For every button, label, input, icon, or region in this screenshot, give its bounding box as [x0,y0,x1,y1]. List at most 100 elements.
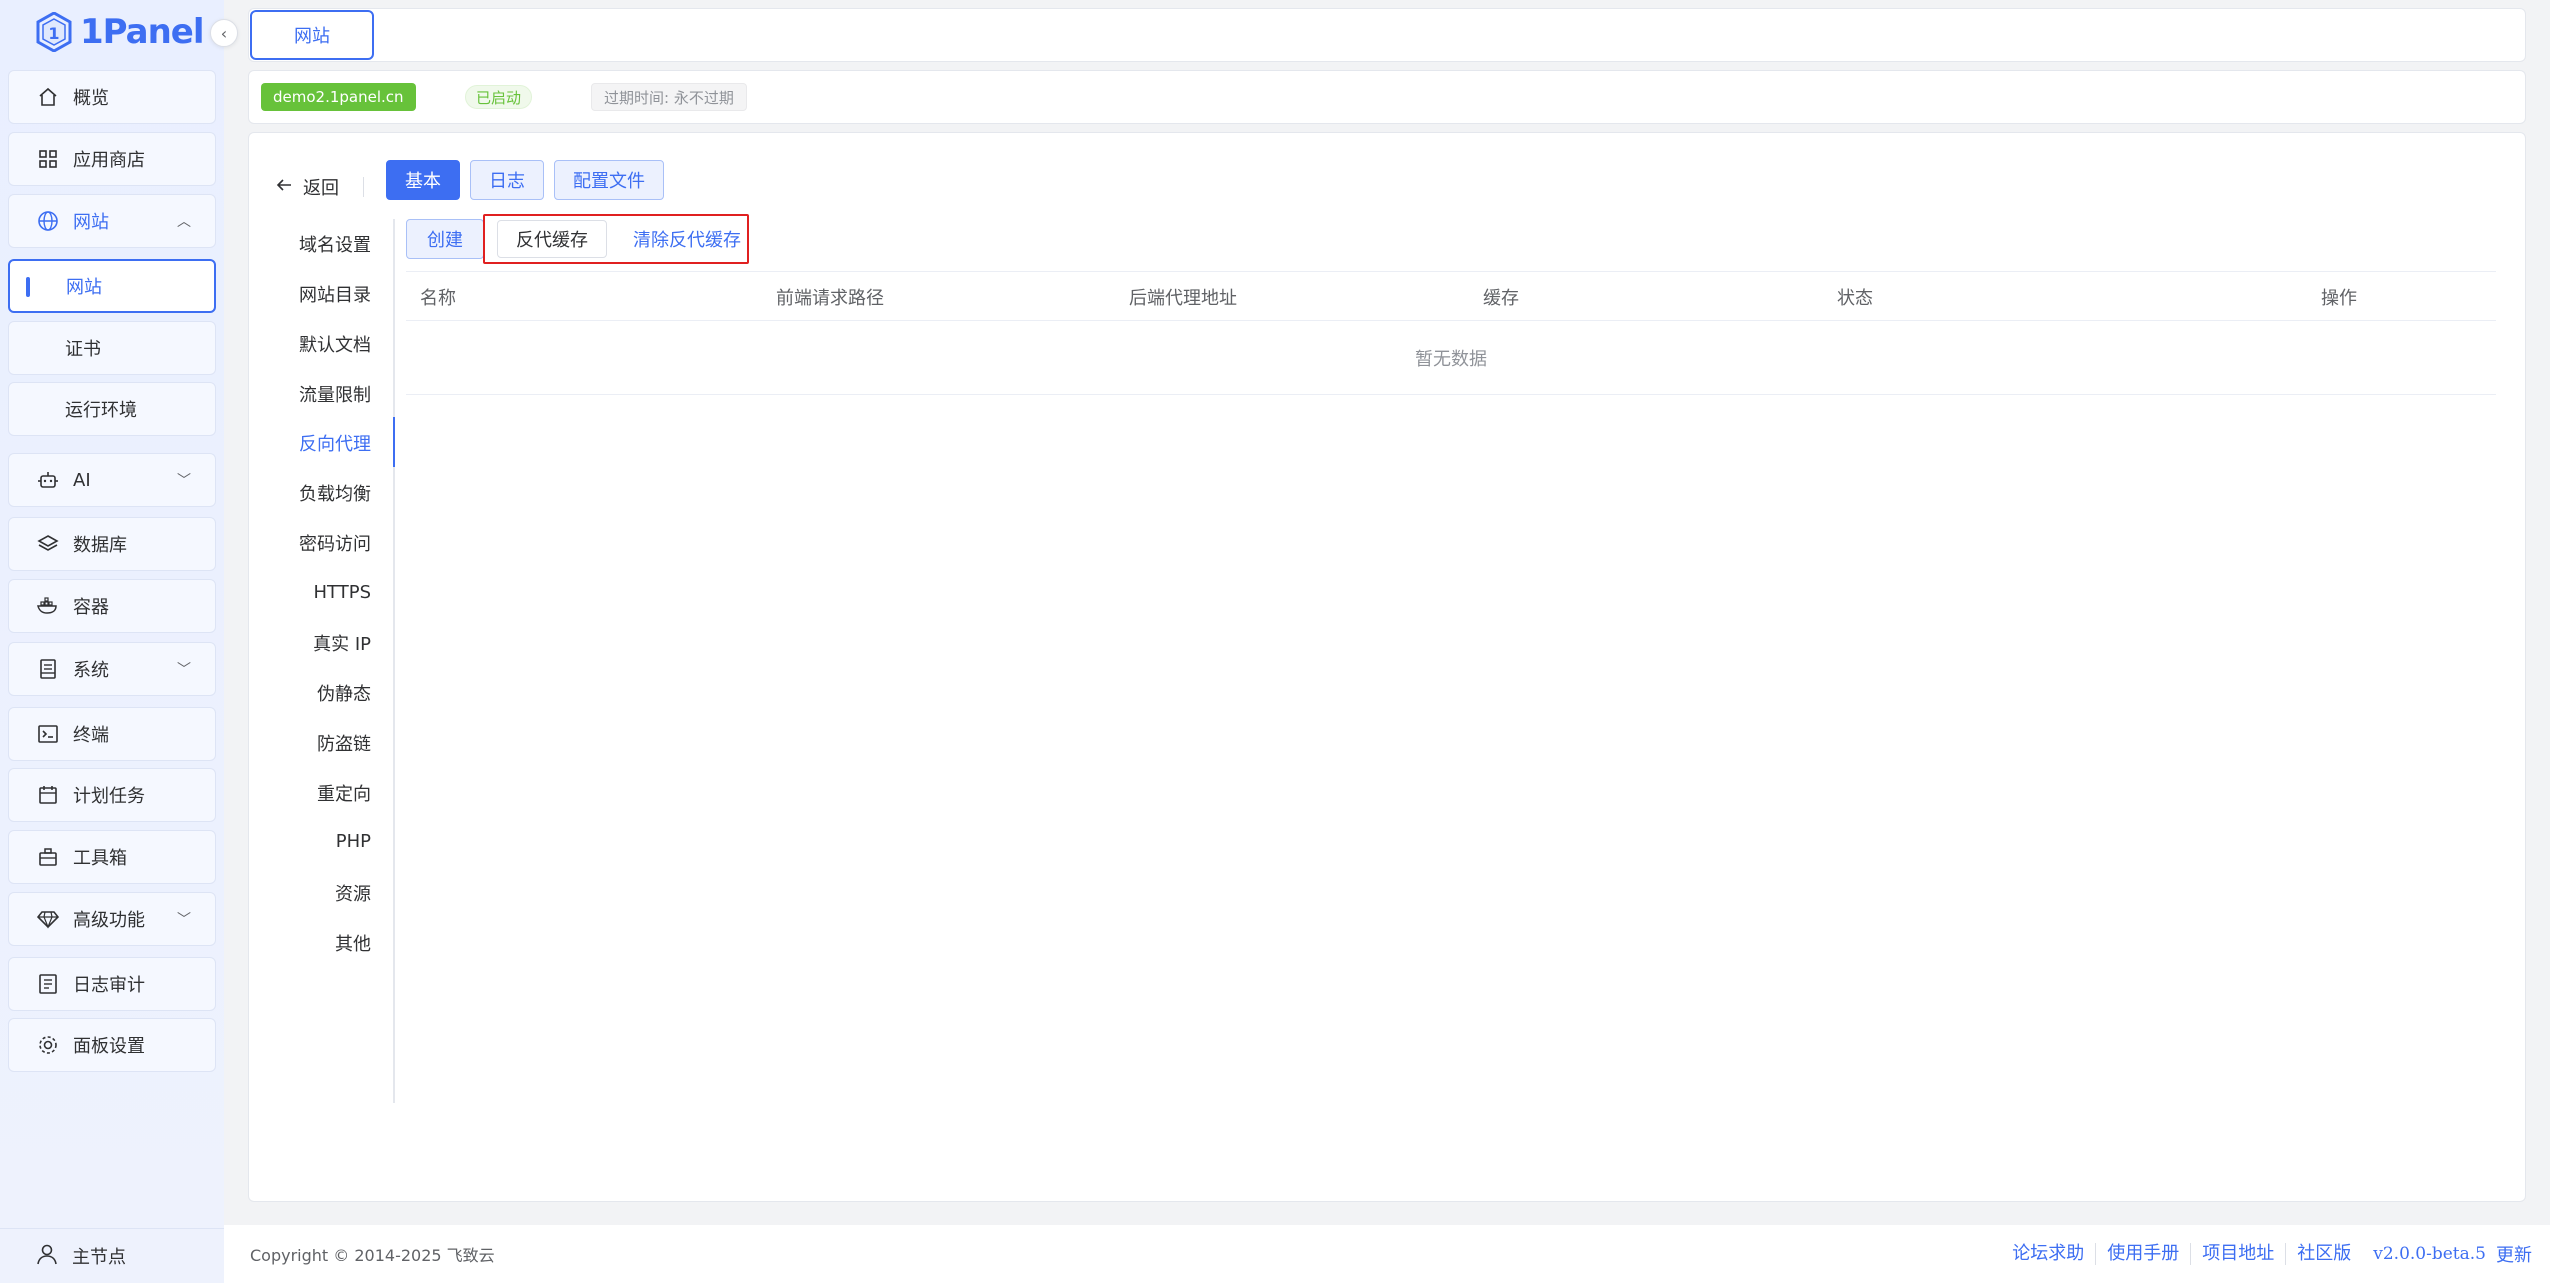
column-header: 后端代理地址 [1129,288,1237,309]
sidebar-item-system[interactable]: 系统 ﹀ [8,642,216,696]
sidebar-item-container[interactable]: 容器 [8,579,216,633]
tab-log[interactable]: 日志 [470,160,544,200]
menu-item-other[interactable]: 其他 [335,918,371,968]
menu-item-hotlink[interactable]: 防盗链 [317,718,371,768]
menu-item-load-balance[interactable]: 负载均衡 [299,468,371,518]
menu-item-domain[interactable]: 域名设置 [299,219,371,269]
menu-item-php[interactable]: PHP [336,816,371,866]
sidebar-item-label: 网站 [66,277,102,298]
sidebar: 1 1Panel ‹ 概览 应用商店 网站 ︿ 网站 证书 运行环境 AI ﹀ … [0,0,238,1283]
menu-item-https[interactable]: HTTPS [314,567,372,617]
menu-item-default-doc[interactable]: 默认文档 [299,319,371,369]
sidebar-item-label: 概览 [73,88,109,109]
brand-logo[interactable]: 1 1Panel [36,10,205,54]
home-icon [37,86,59,108]
manual-link[interactable]: 使用手册 [2096,1243,2192,1265]
clear-proxy-cache-link[interactable]: 清除反代缓存 [625,220,749,258]
grid-icon [37,148,59,170]
sidebar-item-label: AI [73,469,91,491]
sidebar-item-database[interactable]: 数据库 [8,517,216,571]
layers-icon [37,533,59,555]
sidebar-item-overview[interactable]: 概览 [8,70,216,124]
footer: Copyright © 2014-2025 飞致云 论坛求助 使用手册 项目地址… [224,1225,2550,1283]
menu-item-rewrite[interactable]: 伪静态 [317,668,371,718]
update-link[interactable]: 更新 [2492,1241,2532,1267]
globe-icon [37,210,59,232]
sidebar-item-label: 数据库 [73,535,127,556]
empty-state: 暂无数据 [406,321,2496,395]
sidebar-item-ai[interactable]: AI ﹀ [8,453,216,507]
column-header: 前端请求路径 [776,288,884,309]
column-header: 名称 [420,288,456,309]
calendar-icon [37,784,59,806]
expire-tag: 过期时间: 永不过期 [591,83,747,111]
sidebar-item-website-group[interactable]: 网站 ︿ [8,194,216,248]
chevron-left-icon: ‹ [220,23,228,43]
chevron-down-icon: ﹀ [177,473,191,489]
chevron-up-icon: ︿ [177,214,191,230]
active-indicator [26,277,30,297]
back-label: 返回 [303,178,339,199]
project-link[interactable]: 项目地址 [2191,1243,2287,1265]
sidebar-item-label: 终端 [73,725,109,746]
logo-icon: 1 [36,12,72,52]
user-icon [36,1243,58,1270]
site-info-bar: demo2.1panel.cn 已启动 过期时间: 永不过期 [248,70,2526,124]
sidebar-item-runtime[interactable]: 运行环境 [8,382,216,436]
diamond-icon [37,908,59,930]
page-tabs: 网站 [248,8,2526,62]
brand-name: 1Panel [80,12,205,52]
menu-item-reverse-proxy[interactable]: 反向代理 [299,418,371,468]
log-icon [37,973,59,995]
collapse-sidebar-button[interactable]: ‹ [210,19,238,47]
sidebar-item-settings[interactable]: 面板设置 [8,1018,216,1072]
node-selector[interactable]: 主节点 [0,1228,224,1283]
docker-icon [37,595,59,617]
sidebar-item-label: 网站 [73,212,109,233]
sidebar-item-label: 证书 [65,339,101,360]
proxy-cache-button[interactable]: 反代缓存 [497,220,607,258]
sidebar-item-certificate[interactable]: 证书 [8,321,216,375]
menu-active-indicator [393,417,395,467]
sidebar-item-toolbox[interactable]: 工具箱 [8,830,216,884]
tab-website[interactable]: 网站 [250,10,374,60]
sidebar-item-label: 运行环境 [65,400,137,421]
version-label: v2.0.0-beta.5 [2373,1244,2486,1264]
chevron-down-icon: ﹀ [177,912,191,928]
svg-text:1: 1 [48,24,59,43]
gear-icon [37,1034,59,1056]
sidebar-item-cron[interactable]: 计划任务 [8,768,216,822]
tab-basic[interactable]: 基本 [386,160,460,200]
terminal-icon [37,723,59,745]
sidebar-item-app-store[interactable]: 应用商店 [8,132,216,186]
forum-link[interactable]: 论坛求助 [2001,1243,2097,1265]
menu-item-site-dir[interactable]: 网站目录 [299,269,371,319]
proxy-table: 名称 前端请求路径 后端代理地址 缓存 状态 操作 暂无数据 [406,271,2496,395]
sidebar-item-advanced[interactable]: 高级功能 ﹀ [8,892,216,946]
tab-config-file[interactable]: 配置文件 [554,160,664,200]
sidebar-item-terminal[interactable]: 终端 [8,707,216,761]
arrow-left-icon [275,176,293,199]
sidebar-item-label: 面板设置 [73,1036,145,1057]
sidebar-item-label: 系统 [73,660,109,681]
column-header: 状态 [1837,288,1873,309]
sidebar-item-label: 应用商店 [73,150,145,171]
sidebar-item-label: 日志审计 [73,975,145,996]
column-header: 操作 [2321,288,2357,309]
sidebar-item-log-audit[interactable]: 日志审计 [8,957,216,1011]
sidebar-item-label: 容器 [73,597,109,618]
sidebar-item-label: 工具箱 [73,848,127,869]
domain-tag: demo2.1panel.cn [261,83,416,111]
menu-item-password-access[interactable]: 密码访问 [299,518,371,568]
menu-item-resource[interactable]: 资源 [335,868,371,918]
menu-item-real-ip[interactable]: 真实 IP [313,618,371,668]
sidebar-item-website[interactable]: 网站 [8,259,216,313]
chevron-down-icon: ﹀ [177,662,191,678]
back-button[interactable]: 返回 [275,169,339,205]
toolbox-icon [37,846,59,868]
menu-item-redirect[interactable]: 重定向 [317,768,371,818]
create-proxy-button[interactable]: 创建 [406,219,484,259]
menu-divider [393,219,395,1103]
menu-item-rate-limit[interactable]: 流量限制 [299,369,371,419]
edition-link[interactable]: 社区版 [2286,1243,2362,1265]
